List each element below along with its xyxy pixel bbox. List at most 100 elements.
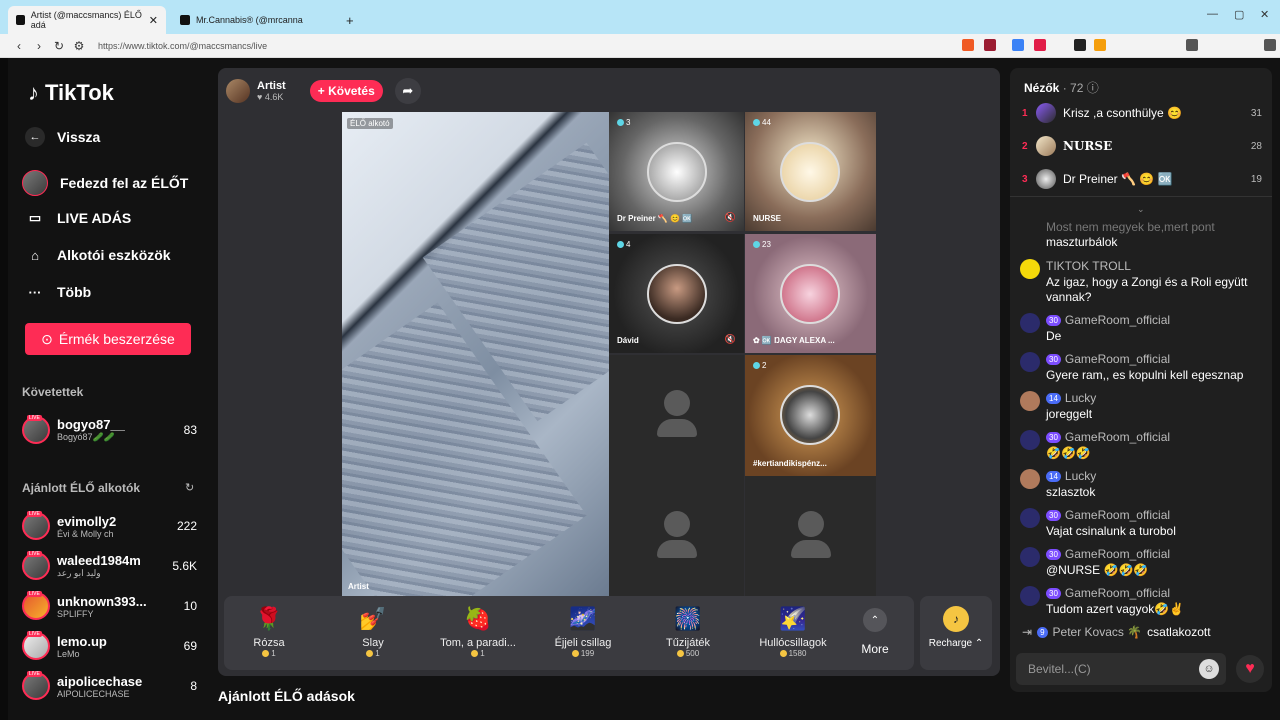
username: Lucky: [1064, 469, 1097, 483]
gift-fireworks[interactable]: 🎆 Tűzijáték 500: [643, 604, 733, 658]
empty-guest-slot[interactable]: [609, 355, 744, 476]
refresh-icon[interactable]: ↻: [185, 481, 194, 494]
minimize-icon[interactable]: —: [1207, 8, 1218, 20]
address-bar: ‹ › ↻ ⚙ https://www.tiktok.com/@maccsman…: [0, 34, 1280, 58]
get-coins-button[interactable]: ⊙ Érmék beszerzése: [25, 323, 191, 355]
gift-strawberry[interactable]: 🍓 Tom, a paradi... 1: [433, 604, 523, 658]
browser-tab-active[interactable]: Artist (@maccsmancs) ÉLŐ adá ✕: [8, 6, 166, 34]
message-user[interactable]: 30 GameRoom_official: [1046, 430, 1170, 444]
creator-avatar[interactable]: [226, 79, 250, 103]
live-creator-badge: ÉLŐ alkotó: [347, 118, 393, 129]
message-user[interactable]: TIKTOK TROLL: [1046, 259, 1131, 273]
browser-tab[interactable]: Mr.Cannabis® (@mrcanna: [172, 6, 332, 34]
recommended-account[interactable]: LIVE evimolly2 Évi & Molly ch 222: [22, 508, 197, 544]
close-window-icon[interactable]: ✕: [1260, 8, 1269, 21]
creator-name[interactable]: Artist: [257, 80, 286, 92]
username: GameRoom_official: [1064, 430, 1171, 444]
guest-cell[interactable]: 4 Dávid 🔇: [609, 234, 744, 353]
message-user[interactable]: 14 Lucky: [1046, 469, 1096, 483]
coin-icon: [366, 650, 374, 657]
menu-icon[interactable]: [1264, 39, 1276, 51]
recommended-streams-heading: Ajánlott ÉLŐ adások: [218, 688, 355, 704]
translate-icon[interactable]: [1012, 39, 1024, 51]
follow-button[interactable]: + Követés: [309, 80, 383, 102]
camera-icon: ▭: [28, 210, 42, 225]
recommended-account[interactable]: LIVE unknown393... SPLIFFY 10: [22, 588, 197, 624]
guest-cell[interactable]: 2 #kertiandikispénz...: [745, 355, 876, 476]
message-user[interactable]: 14 Lucky: [1046, 391, 1096, 405]
heart-icon[interactable]: ♥: [1236, 655, 1264, 683]
emoji-icon[interactable]: ☺: [1199, 659, 1219, 679]
diamond-icon: [753, 241, 760, 248]
chat-input[interactable]: Bevitel...(C): [1016, 653, 1226, 685]
sidebar-item-explore-live[interactable]: Fedezd fel az ÉLŐT: [22, 170, 188, 196]
guest-cell[interactable]: 3 Dr Preiner 🪓 😊 🆗 🔇: [609, 112, 744, 231]
sidebar-item-live[interactable]: ▭ LIVE ADÁS: [25, 208, 131, 228]
recommended-account[interactable]: LIVE aipolicechase AIPOLICECHASE 8: [22, 668, 197, 704]
coin-icon: [676, 650, 684, 657]
main-video[interactable]: ÉLŐ alkotó Artist: [342, 112, 609, 596]
message-user[interactable]: 30 GameRoom_official: [1046, 547, 1170, 561]
message-user[interactable]: 30 GameRoom_official: [1046, 352, 1170, 366]
person-placeholder-icon: [664, 390, 690, 416]
gift-rose[interactable]: 🌹 Rózsa 1: [224, 604, 314, 658]
level-badge: 14: [1046, 470, 1061, 482]
top-viewer[interactable]: 2 NURSE 28: [1022, 135, 1262, 157]
tiktok-logo[interactable]: ♪ TikTok: [28, 80, 114, 106]
extension-icon[interactable]: [1074, 39, 1086, 51]
info-icon[interactable]: ⓘ: [1087, 81, 1099, 95]
extension-icon[interactable]: [1034, 39, 1046, 51]
reload-icon[interactable]: ↻: [50, 39, 68, 53]
guest-cell[interactable]: 44 NURSE: [745, 112, 876, 231]
message-text: 🤣🤣🤣: [1046, 446, 1091, 460]
gift-shooting-stars[interactable]: 🌠 Hullócsillagok 1580: [748, 604, 838, 658]
close-tab-icon[interactable]: ✕: [149, 14, 158, 27]
recommended-account[interactable]: LIVE lemo.up LeMo 69: [22, 628, 197, 664]
tiktok-coin-icon: ♪: [943, 606, 969, 632]
extension-icon[interactable]: [1094, 39, 1106, 51]
more-gifts-button[interactable]: ⌃ More: [850, 608, 900, 656]
gift-night-star[interactable]: 🌌 Éjjeli csillag 199: [538, 604, 628, 658]
sidebar-item-more[interactable]: ··· Több: [25, 282, 92, 302]
top-viewer[interactable]: 1 Krisz ,a csonthülye 😊 31: [1022, 102, 1262, 124]
maximize-icon[interactable]: ▢: [1234, 8, 1244, 21]
gift-name: Rózsa: [253, 637, 285, 649]
recommended-account[interactable]: LIVE waleed1984m وليد ابو رعد 5.6K: [22, 548, 197, 584]
empty-guest-slot[interactable]: [745, 476, 876, 596]
message-user[interactable]: 30 GameRoom_official: [1046, 508, 1170, 522]
viewers-heading[interactable]: Nézők · 72 ⓘ: [1024, 79, 1099, 96]
top-viewer[interactable]: 3 Dr Preiner 🪓 😊 🆗 19: [1022, 168, 1262, 190]
coin-outline-icon: ⊙: [41, 330, 53, 347]
back-arrow-icon[interactable]: ‹: [10, 39, 28, 53]
count-value: 44: [762, 118, 771, 127]
empty-guest-slot[interactable]: [609, 476, 744, 596]
username: GameRoom_official: [1064, 508, 1171, 522]
share-icon[interactable]: ➦: [394, 78, 421, 104]
sidebar-item-creator-tools[interactable]: ⌂ Alkotói eszközök: [25, 245, 171, 265]
rewards-icon[interactable]: [984, 39, 996, 51]
guest-cell[interactable]: 23 ✿ 🆗 ŊAGY ALEXA ...: [745, 234, 876, 353]
forward-arrow-icon[interactable]: ›: [30, 39, 48, 53]
message-user[interactable]: 30 GameRoom_official: [1046, 313, 1170, 327]
url-field[interactable]: https://www.tiktok.com/@maccsmancs/live: [98, 41, 267, 51]
account-name: waleed1984m: [57, 553, 141, 568]
gift-bar: 🌹 Rózsa 1 💅 Slay 1 🍓 Tom, a paradi... 1 🌌 Éjjel…: [224, 596, 914, 670]
chevron-down-icon[interactable]: ⌄: [1137, 204, 1145, 215]
site-settings-icon[interactable]: ⚙: [70, 39, 88, 53]
following-account[interactable]: LIVE bogyo87__ Bogyó87🥒🥒 83: [22, 412, 197, 448]
username: GameRoom_official: [1064, 313, 1171, 327]
recharge-button[interactable]: ♪ Recharge ⌃: [920, 596, 992, 670]
back-link[interactable]: ← Vissza: [25, 127, 100, 147]
gift-slay[interactable]: 💅 Slay 1: [328, 604, 418, 658]
guest-avatar: [780, 264, 840, 324]
new-tab-button[interactable]: +: [338, 6, 362, 34]
brave-shield-icon[interactable]: [962, 39, 974, 51]
guest-name: Dávid: [617, 336, 639, 345]
message-text: @NURSE 🤣🤣🤣: [1046, 563, 1149, 577]
message-text: Vajat csinalunk a turobol: [1046, 524, 1176, 538]
rose-icon: 🌹: [255, 606, 283, 631]
message-user[interactable]: 30 GameRoom_official: [1046, 586, 1170, 600]
sidebar-toggle-icon[interactable]: [1186, 39, 1198, 51]
recommended-heading: Ajánlott ÉLŐ alkotók: [22, 481, 141, 495]
join-user[interactable]: Peter Kovacs 🌴: [1053, 625, 1143, 639]
